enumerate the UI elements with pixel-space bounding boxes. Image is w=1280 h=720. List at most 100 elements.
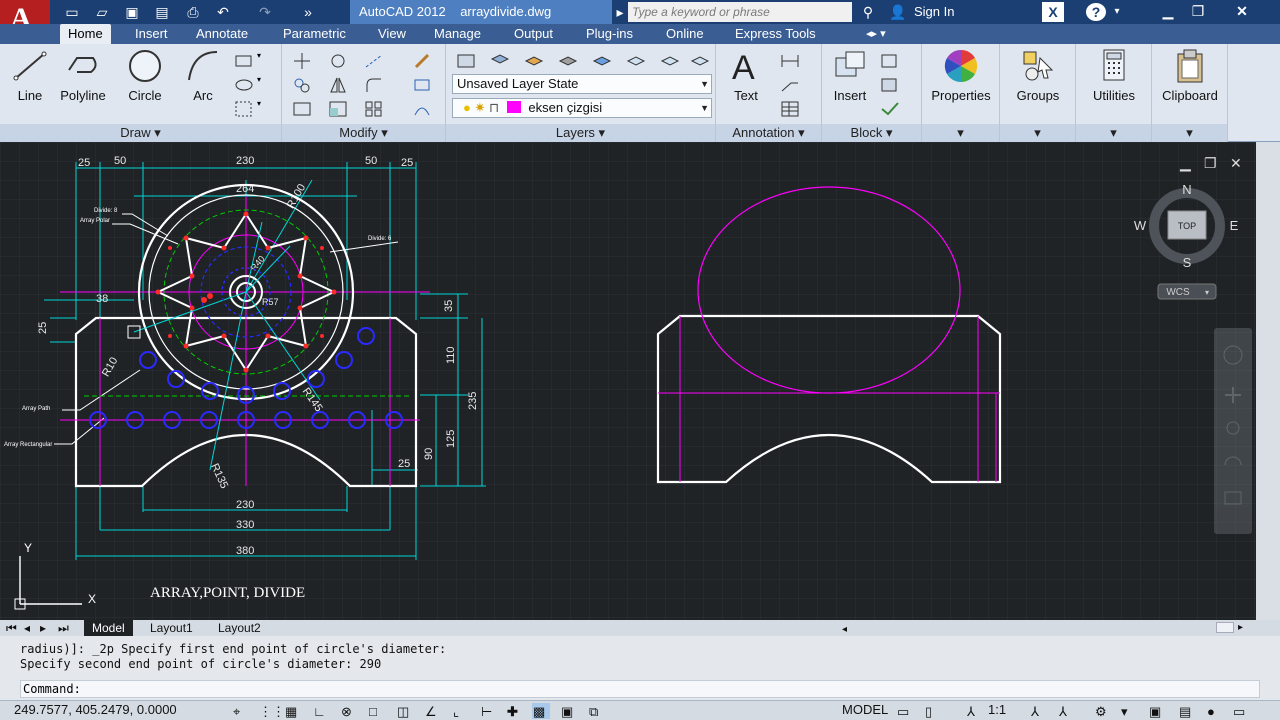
tab-view[interactable]: View <box>370 24 414 44</box>
drawing-svg[interactable]: ▁ ❐ ✕ TOP N S E W WCS ▾ 25 50 230 50 25 … <box>0 142 1256 620</box>
table-icon[interactable] <box>778 98 800 118</box>
restore-icon[interactable]: ❐ <box>1182 0 1214 24</box>
viewcube-south[interactable]: S <box>1183 255 1192 270</box>
layers-panel-title[interactable]: Layers ▾ <box>446 124 715 142</box>
clean-screen-icon[interactable]: ▭ <box>1232 703 1250 719</box>
save-as-icon[interactable]: ▤ <box>152 3 172 21</box>
layer-delete-icon[interactable] <box>688 50 710 70</box>
tab-annotate[interactable]: Annotate <box>188 24 256 44</box>
ellipse-dropdown-icon[interactable]: ▾ <box>256 74 268 94</box>
next-layout-icon[interactable]: ▸ <box>40 620 54 636</box>
isolate-objects-icon[interactable]: ▤ <box>1178 703 1196 719</box>
help-icon[interactable]: ? <box>1086 3 1106 21</box>
ribbon-minimize-icon[interactable]: ◂▸ ▾ <box>858 24 894 44</box>
tab-parametric[interactable]: Parametric <box>275 24 354 44</box>
insert-block-button[interactable]: Insert <box>828 48 872 103</box>
leader-icon[interactable] <box>778 74 800 94</box>
rectangle-dropdown-icon[interactable]: ▾ <box>256 50 268 70</box>
sign-in-link[interactable]: Sign In <box>914 0 954 24</box>
tab-layout2[interactable]: Layout2 <box>210 620 269 636</box>
grid-display-icon[interactable]: ▦ <box>284 703 302 719</box>
lock-ui-icon[interactable]: ▾ <box>1120 703 1138 719</box>
scroll-right-icon[interactable]: ▸ <box>1238 620 1243 636</box>
layer-match-icon[interactable] <box>590 50 612 70</box>
attribute-icon[interactable] <box>878 98 900 118</box>
last-layout-icon[interactable]: ⏭ <box>58 620 72 636</box>
create-block-icon[interactable] <box>878 50 900 70</box>
plot-icon[interactable]: ⎙ <box>183 3 203 21</box>
mirror-icon[interactable] <box>326 74 348 94</box>
search-input[interactable]: Type a keyword or phrase <box>628 2 852 22</box>
tab-layout1[interactable]: Layout1 <box>142 620 201 636</box>
layer-walk-icon[interactable] <box>624 50 646 70</box>
quick-properties-icon[interactable]: ▣ <box>560 703 578 719</box>
selection-cycling-icon[interactable]: ⧉ <box>588 703 606 719</box>
close-icon[interactable]: ✕ <box>1226 0 1258 24</box>
tab-insert[interactable]: Insert <box>127 24 176 44</box>
prev-layout-icon[interactable]: ◂ <box>24 620 38 636</box>
user-icon[interactable]: 👤 <box>888 2 908 22</box>
edit-block-icon[interactable] <box>878 74 900 94</box>
polyline-button[interactable]: Polyline <box>54 48 112 103</box>
vertical-scrollbar[interactable] <box>1256 142 1280 620</box>
first-layout-icon[interactable]: ⏮ <box>6 620 20 636</box>
wcs-dropdown-icon[interactable]: ▾ <box>1205 288 1209 297</box>
clipboard-button[interactable]: Clipboard <box>1156 48 1224 103</box>
arc-button[interactable]: Arc <box>180 48 226 103</box>
line-button[interactable]: Line <box>10 48 50 103</box>
search-expand-icon[interactable]: ▸ <box>614 2 626 22</box>
lineweight-icon[interactable]: ✚ <box>506 703 524 719</box>
layer-select[interactable]: ● ✷ ⊓ eksen çizgisi ▼ <box>452 98 712 118</box>
rotate-icon[interactable] <box>326 50 348 70</box>
copy-icon[interactable] <box>290 74 312 94</box>
allow-ucs-icon[interactable]: ⌞ <box>452 703 470 719</box>
tab-output[interactable]: Output <box>506 24 561 44</box>
tab-online[interactable]: Online <box>658 24 712 44</box>
clipboard-panel-dropdown-icon[interactable]: ▾ <box>1152 124 1227 142</box>
tab-model[interactable]: Model <box>84 620 133 636</box>
help-dropdown-icon[interactable]: ▾ <box>1110 2 1124 22</box>
drawing-canvas[interactable]: ▁ ❐ ✕ TOP N S E W WCS ▾ 25 50 230 50 25 … <box>0 142 1256 620</box>
scale-icon[interactable] <box>326 98 348 118</box>
tab-home[interactable]: Home <box>60 24 111 44</box>
trim-icon[interactable] <box>362 50 384 70</box>
stretch-icon[interactable] <box>290 98 312 118</box>
utilities-button[interactable]: Utilities <box>1082 48 1146 103</box>
draw-panel-title[interactable]: Draw ▾ <box>0 124 281 142</box>
annotation-scale-value[interactable]: 1:1 <box>988 702 1006 717</box>
hatch-dropdown-icon[interactable]: ▾ <box>256 98 268 118</box>
coordinates-readout[interactable]: 249.7577, 405.2479, 0.0000 <box>14 702 177 717</box>
offset-icon[interactable] <box>410 98 432 118</box>
fillet-icon[interactable] <box>362 74 384 94</box>
move-icon[interactable] <box>290 50 312 70</box>
lightbulb-status-icon[interactable]: ● <box>1206 703 1224 719</box>
circle-button[interactable]: Circle <box>122 48 168 103</box>
viewport-minimize-icon[interactable]: ▁ <box>1179 155 1191 172</box>
layer-state-select[interactable]: Unsaved Layer State ▼ <box>452 74 712 94</box>
quick-view-layouts-icon[interactable]: ▭ <box>896 703 914 719</box>
text-button[interactable]: A Text <box>726 48 766 103</box>
layer-states-icon[interactable] <box>488 50 510 70</box>
explode-icon[interactable] <box>410 74 432 94</box>
annotation-scale-icon[interactable]: ⅄ <box>966 703 984 719</box>
layer-merge-icon[interactable] <box>658 50 680 70</box>
annotation-panel-title[interactable]: Annotation ▾ <box>716 124 821 142</box>
save-icon[interactable]: ▣ <box>122 3 142 21</box>
command-input[interactable]: Command: <box>20 680 1260 698</box>
binoculars-icon[interactable]: ⚲ <box>858 2 878 22</box>
array-icon[interactable] <box>362 98 384 118</box>
properties-button[interactable]: Properties <box>926 48 996 103</box>
exchange-icon[interactable]: X <box>1042 2 1064 22</box>
tab-manage[interactable]: Manage <box>426 24 489 44</box>
new-file-icon[interactable]: ▭ <box>62 3 82 21</box>
groups-panel-dropdown-icon[interactable]: ▾ <box>1000 124 1075 142</box>
viewport-restore-icon[interactable]: ❐ <box>1204 155 1217 171</box>
quick-view-drawings-icon[interactable]: ▯ <box>924 703 942 719</box>
redo-icon[interactable]: ↷ <box>255 3 275 21</box>
minimize-icon[interactable]: ▁ <box>1152 0 1184 24</box>
3d-osnap-icon[interactable]: ◫ <box>396 703 414 719</box>
dynamic-input-icon[interactable]: ⊢ <box>480 703 498 719</box>
quick-access-more-icon[interactable]: » <box>298 3 318 21</box>
wcs-menu[interactable]: WCS <box>1166 287 1190 298</box>
auto-scale-icon[interactable]: ⅄ <box>1058 703 1076 719</box>
